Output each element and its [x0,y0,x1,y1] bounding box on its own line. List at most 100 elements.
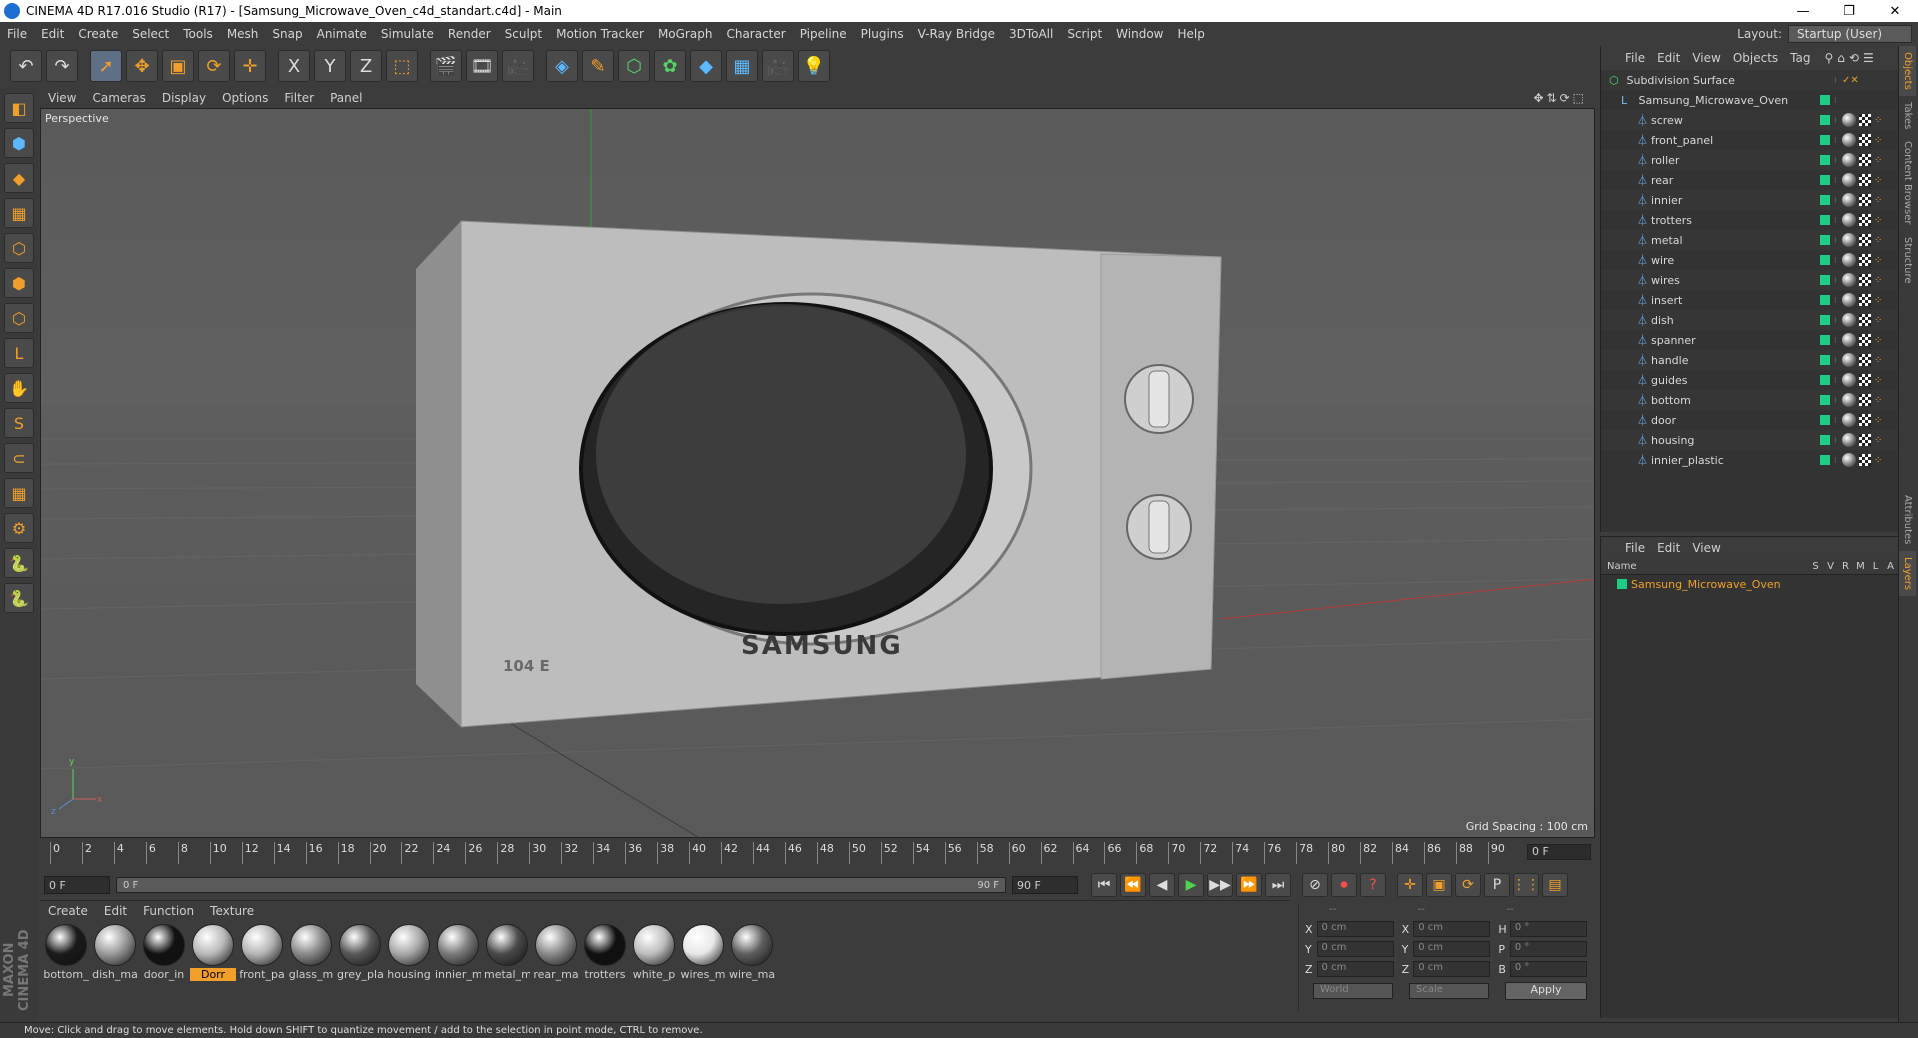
phong-tag-icon[interactable]: ⁘ [1874,315,1882,326]
visibility-dots-icon[interactable]: ⁝ [1834,116,1842,125]
layer-color-icon[interactable] [1820,415,1830,425]
phong-tag-icon[interactable]: ⁘ [1874,335,1882,346]
model-mode-icon[interactable]: ⬢ [4,128,34,158]
obj-menu-tag[interactable]: Tag [1784,51,1816,65]
visibility-dots-icon[interactable]: ⁝ [1834,256,1842,265]
menu-help[interactable]: Help [1170,27,1211,41]
texture-tag-icon[interactable] [1859,274,1871,286]
prev-frame-icon[interactable]: ◀ [1149,873,1175,897]
phong-tag-icon[interactable]: ⁘ [1874,235,1882,246]
tree-row-object[interactable]: ⏃ wires ⁝ ⁘ [1601,270,1898,290]
texture-tag-icon[interactable] [1859,294,1871,306]
render-picture-viewer-icon[interactable]: 🎞 [466,50,498,82]
phong-tag-icon[interactable]: ⁘ [1874,455,1882,466]
scale-tool-icon[interactable]: ▣ [162,50,194,82]
tree-row-object[interactable]: ⏃ handle ⁝ ⁘ [1601,350,1898,370]
menu-create[interactable]: Create [71,27,125,41]
frame-range-slider[interactable]: 0 F 90 F [116,877,1006,893]
texture-tag-icon[interactable] [1859,334,1871,346]
phong-tag-icon[interactable]: ⁘ [1874,135,1882,146]
undo-button[interactable]: ↶ [10,50,42,82]
material-swatch[interactable]: wires_m [679,922,727,1012]
go-to-start-icon[interactable]: ⏮ [1091,873,1117,897]
layer-color-icon[interactable] [1820,335,1830,345]
magnet-icon[interactable]: ⊂ [4,443,34,473]
obj-menu-view[interactable]: View [1686,51,1726,65]
layer-color-icon[interactable] [1820,315,1830,325]
autokey-icon[interactable]: ? [1360,873,1386,897]
material-tag-icon[interactable] [1842,273,1856,287]
material-swatch[interactable]: glass_m [287,922,335,1012]
vp-menu-options[interactable]: Options [214,91,276,105]
next-key-icon[interactable]: ⏩ [1236,873,1262,897]
tree-row-object[interactable]: ⏃ rear ⁝ ⁘ [1601,170,1898,190]
phong-tag-icon[interactable]: ⁘ [1874,435,1882,446]
cloner-icon[interactable]: ✿ [654,50,686,82]
menu-snap[interactable]: Snap [265,27,309,41]
visibility-dots-icon[interactable]: ⁝ [1834,416,1842,425]
texture-tag-icon[interactable] [1859,314,1871,326]
current-frame-field[interactable]: 0 F [1527,844,1591,860]
layer-color-icon[interactable] [1820,115,1830,125]
render-view-icon[interactable]: 🎬 [430,50,462,82]
texture-tag-icon[interactable] [1859,354,1871,366]
phong-tag-icon[interactable]: ⁘ [1874,155,1882,166]
key-pla-icon[interactable]: ⋮⋮ [1512,873,1540,897]
y-axis-lock-button[interactable]: Y [314,50,346,82]
layer-color-icon[interactable] [1820,435,1830,445]
material-tag-icon[interactable] [1842,373,1856,387]
layer-color-icon[interactable] [1820,255,1830,265]
layout-select[interactable]: Startup (User) [1788,25,1912,43]
cube-primitive-icon[interactable]: ◈ [546,50,578,82]
size-y-field[interactable]: 0 cm [1413,941,1491,957]
timeline-window-icon[interactable]: ▤ [1542,873,1568,897]
menu-plugins[interactable]: Plugins [854,27,911,41]
texture-tag-icon[interactable] [1859,134,1871,146]
material-swatch[interactable]: white_p [630,922,678,1012]
layer-color-icon[interactable] [1820,135,1830,145]
live-selection-tool-icon[interactable]: ➚ [90,50,122,82]
phong-tag-icon[interactable]: ⁘ [1874,255,1882,266]
tree-row-object[interactable]: ⏃ roller ⁝ ⁘ [1601,150,1898,170]
texture-tag-icon[interactable] [1859,374,1871,386]
minimize-button[interactable]: — [1780,4,1826,19]
keyframe-selection-icon[interactable]: ⊘ [1302,873,1328,897]
tab-structure[interactable]: Structure [1899,231,1916,290]
maximize-button[interactable]: ❐ [1826,4,1872,19]
phong-tag-icon[interactable]: ⁘ [1874,395,1882,406]
go-to-end-icon[interactable]: ⏭ [1265,873,1291,897]
visibility-dots-icon[interactable]: ⁝ [1834,156,1842,165]
python-icon-2[interactable]: 🐍 [4,583,34,613]
material-tag-icon[interactable] [1842,213,1856,227]
rotate-tool-icon[interactable]: ⟳ [198,50,230,82]
texture-tag-icon[interactable] [1859,214,1871,226]
floor-icon[interactable]: ▦ [726,50,758,82]
timeline-ruler[interactable]: 0 2 4 6 8 10 12 14 16 18 20 22 24 26 28 30 32 34 36 38 40 42 4… [50,842,1520,864]
texture-tag-icon[interactable] [1859,174,1871,186]
coord-mode-select[interactable]: Scale [1409,983,1489,999]
tab-attributes[interactable]: Attributes [1899,489,1916,550]
prev-key-icon[interactable]: ⏪ [1120,873,1146,897]
material-swatch[interactable]: bottom_ [42,922,90,1012]
phong-tag-icon[interactable]: ⁘ [1874,195,1882,206]
layer-color-icon[interactable] [1820,275,1830,285]
phong-tag-icon[interactable]: ⁘ [1874,295,1882,306]
material-tag-icon[interactable] [1842,333,1856,347]
layer-menu-edit[interactable]: Edit [1651,541,1686,555]
redo-button[interactable]: ↷ [46,50,78,82]
vp-menu-filter[interactable]: Filter [276,91,322,105]
size-x-field[interactable]: 0 cm [1413,921,1491,937]
phong-tag-icon[interactable]: ⁘ [1874,115,1882,126]
material-tag-icon[interactable] [1842,233,1856,247]
material-tag-icon[interactable] [1842,133,1856,147]
x-axis-lock-button[interactable]: X [278,50,310,82]
texture-tag-icon[interactable] [1859,394,1871,406]
menu-window[interactable]: Window [1109,27,1170,41]
visibility-dots-icon[interactable]: ⁝ [1834,176,1842,185]
tree-row-object[interactable]: ⏃ screw ⁝ ⁘ [1601,110,1898,130]
visibility-dots-icon[interactable]: ⁝ [1834,96,1842,105]
obj-menu-objects[interactable]: Objects [1727,51,1784,65]
make-editable-icon[interactable]: ◧ [4,93,34,123]
key-rotation-icon[interactable]: ⟳ [1455,873,1481,897]
texture-tag-icon[interactable] [1859,114,1871,126]
